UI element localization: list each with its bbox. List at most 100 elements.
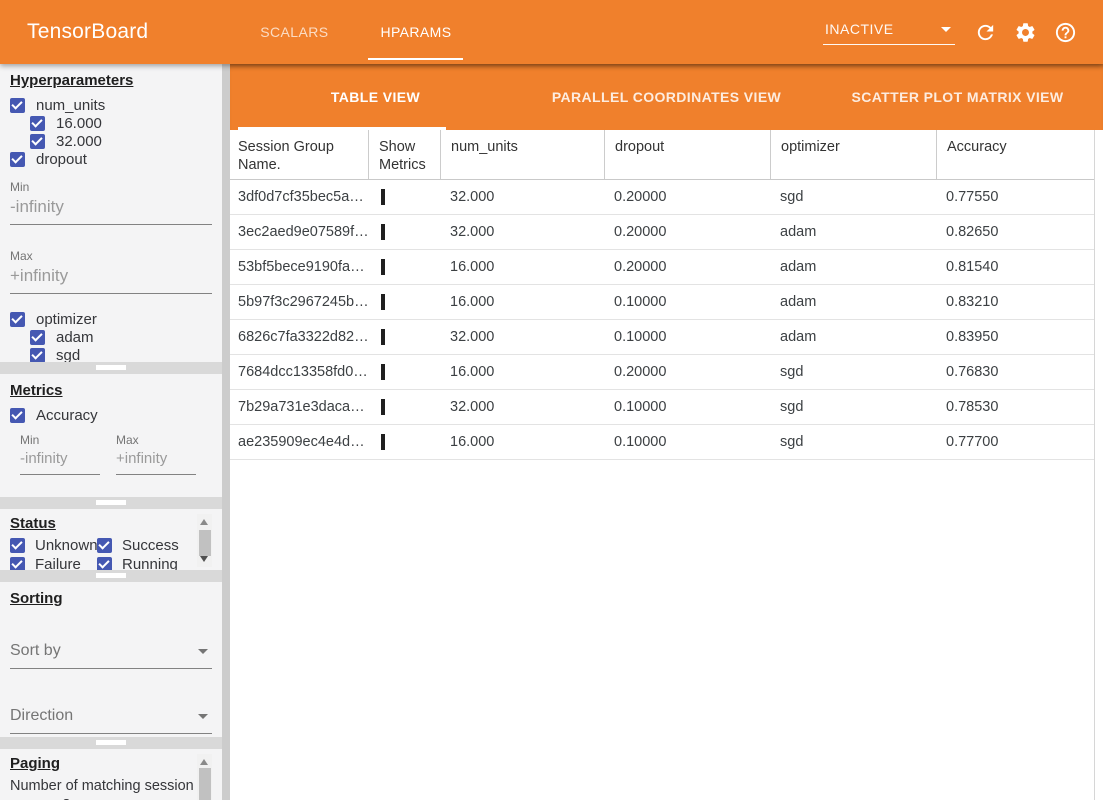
tab-table-view[interactable]: TABLE VIEW: [230, 64, 521, 130]
accuracy-value: 0.78530: [936, 399, 1094, 415]
help-icon: [1054, 21, 1077, 44]
status-scrollbar[interactable]: [197, 514, 212, 567]
optimizer-value: sgd: [770, 189, 936, 205]
status-checkbox-success[interactable]: Success: [97, 536, 195, 554]
metric-checkbox-accuracy[interactable]: Accuracy: [10, 406, 222, 424]
show-metrics-checkbox[interactable]: [381, 329, 385, 345]
dropout-min-input[interactable]: [10, 194, 212, 225]
status-checkbox-running[interactable]: Running: [97, 555, 195, 570]
scrollbar-thumb[interactable]: [199, 768, 211, 800]
checkbox-checked-icon: [30, 116, 45, 131]
session-group-name: 6826c7fa3322d82…: [230, 329, 368, 345]
resize-handle[interactable]: [96, 573, 126, 578]
checkbox-checked-icon: [10, 557, 25, 571]
dropout-max-field: Max: [10, 249, 222, 294]
hyperparameters-heading: Hyperparameters: [10, 72, 222, 89]
status-checkbox-unknown[interactable]: Unknown: [10, 536, 97, 554]
value-checkbox-32[interactable]: 32.000: [30, 132, 222, 150]
accuracy-value: 0.81540: [936, 259, 1094, 275]
max-label: Max: [10, 249, 222, 263]
app-toolbar: TensorBoard SCALARS HPARAMS INACTIVE: [0, 0, 1103, 64]
checkbox-checked-icon: [10, 312, 25, 327]
accuracy-value: 0.77550: [936, 189, 1094, 205]
paging-scrollbar[interactable]: [197, 754, 212, 800]
settings-button[interactable]: [1005, 12, 1045, 52]
show-metrics-checkbox[interactable]: [381, 224, 385, 240]
table-row: ae235909ec4e4d… 16.000 0.10000 sgd 0.777…: [230, 425, 1094, 460]
value-label: 16.000: [56, 115, 102, 132]
hparams-main: TABLE VIEW PARALLEL COORDINATES VIEW SCA…: [230, 64, 1103, 800]
status-label: Running: [122, 556, 178, 571]
num-units-value: 16.000: [440, 364, 604, 380]
session-group-name: 3df0d7cf35bec5a…: [230, 189, 368, 205]
resize-handle[interactable]: [96, 500, 126, 505]
table-row: 7684dcc13358fd0… 16.000 0.20000 sgd 0.76…: [230, 355, 1094, 390]
show-metrics-checkbox[interactable]: [381, 364, 385, 380]
value-checkbox-sgd[interactable]: sgd: [30, 346, 222, 362]
table-row: 53bf5bece9190fa… 16.000 0.20000 adam 0.8…: [230, 250, 1094, 285]
hyperparameters-section: Hyperparameters num_units 16.000 32.000 …: [0, 64, 222, 362]
column-header-session-group-name: Session Group Name.: [230, 130, 368, 179]
value-checkbox-16[interactable]: 16.000: [30, 114, 222, 132]
scroll-down-icon[interactable]: [200, 556, 208, 562]
status-checkbox-failure[interactable]: Failure: [10, 555, 97, 570]
session-group-name: 7684dcc13358fd0…: [230, 364, 368, 380]
accuracy-min-input[interactable]: [20, 447, 100, 475]
tab-hparams[interactable]: HPARAMS: [354, 0, 477, 64]
dropout-value: 0.10000: [604, 399, 770, 415]
dropout-value: 0.10000: [604, 294, 770, 310]
optimizer-value: adam: [770, 329, 936, 345]
sort-by-select[interactable]: Sort by: [10, 638, 212, 669]
value-checkbox-adam[interactable]: adam: [30, 328, 222, 346]
help-button[interactable]: [1045, 12, 1085, 52]
show-metrics-checkbox[interactable]: [381, 399, 385, 415]
resize-handle[interactable]: [96, 365, 126, 370]
chevron-down-icon: [941, 27, 951, 32]
session-groups-table: Session Group Name. Show Metrics num_uni…: [230, 130, 1095, 800]
scroll-up-icon[interactable]: [200, 519, 208, 525]
section-divider: [0, 570, 222, 582]
tab-parallel-coordinates-view[interactable]: PARALLEL COORDINATES VIEW: [521, 64, 812, 130]
app-title: TensorBoard: [27, 20, 148, 44]
hparam-checkbox-optimizer[interactable]: optimizer: [10, 310, 222, 328]
direction-select[interactable]: Direction: [10, 703, 212, 734]
table-header: Session Group Name. Show Metrics num_uni…: [230, 130, 1094, 180]
metrics-section: Metrics Accuracy Min Max: [0, 374, 222, 497]
accuracy-max-field: Max: [116, 433, 196, 475]
status-label: Unknown: [35, 537, 98, 554]
num-units-value: 16.000: [440, 259, 604, 275]
status-section: Status Unknown Success Failure Running: [0, 509, 222, 570]
table-row: 3df0d7cf35bec5a… 32.000 0.20000 sgd 0.77…: [230, 180, 1094, 215]
show-metrics-checkbox[interactable]: [381, 189, 385, 205]
scrollbar-thumb[interactable]: [199, 530, 211, 556]
accuracy-max-input[interactable]: [116, 447, 196, 475]
dropout-value: 0.10000: [604, 329, 770, 345]
scroll-up-icon[interactable]: [200, 759, 208, 765]
checkbox-checked-icon: [10, 98, 25, 113]
refresh-button[interactable]: [965, 12, 1005, 52]
show-metrics-checkbox[interactable]: [381, 259, 385, 275]
show-metrics-checkbox[interactable]: [381, 294, 385, 310]
show-metrics-checkbox[interactable]: [381, 434, 385, 450]
chevron-down-icon: [198, 649, 208, 654]
table-row: 5b97f3c2967245b… 16.000 0.10000 adam 0.8…: [230, 285, 1094, 320]
accuracy-value: 0.76830: [936, 364, 1094, 380]
dropout-max-input[interactable]: [10, 263, 212, 294]
column-header-dropout: dropout: [604, 130, 770, 179]
reload-interval-select[interactable]: INACTIVE: [823, 19, 955, 45]
value-label: sgd: [56, 347, 80, 363]
checkbox-checked-icon: [30, 330, 45, 345]
column-header-show-metrics: Show Metrics: [368, 130, 440, 179]
tab-scatter-plot-matrix-view[interactable]: SCATTER PLOT MATRIX VIEW: [812, 64, 1103, 130]
table-row: 6826c7fa3322d82… 32.000 0.10000 adam 0.8…: [230, 320, 1094, 355]
max-label: Max: [116, 433, 196, 447]
dashboard-tabs: SCALARS HPARAMS: [234, 0, 477, 64]
resize-handle[interactable]: [96, 740, 126, 745]
checkbox-checked-icon: [30, 348, 45, 363]
hparam-checkbox-num-units[interactable]: num_units: [10, 96, 222, 114]
session-group-name: 53bf5bece9190fa…: [230, 259, 368, 275]
status-label: Failure: [35, 556, 81, 571]
hparam-checkbox-dropout[interactable]: dropout: [10, 150, 222, 168]
tab-scalars[interactable]: SCALARS: [234, 0, 354, 64]
sorting-heading: Sorting: [10, 590, 222, 607]
